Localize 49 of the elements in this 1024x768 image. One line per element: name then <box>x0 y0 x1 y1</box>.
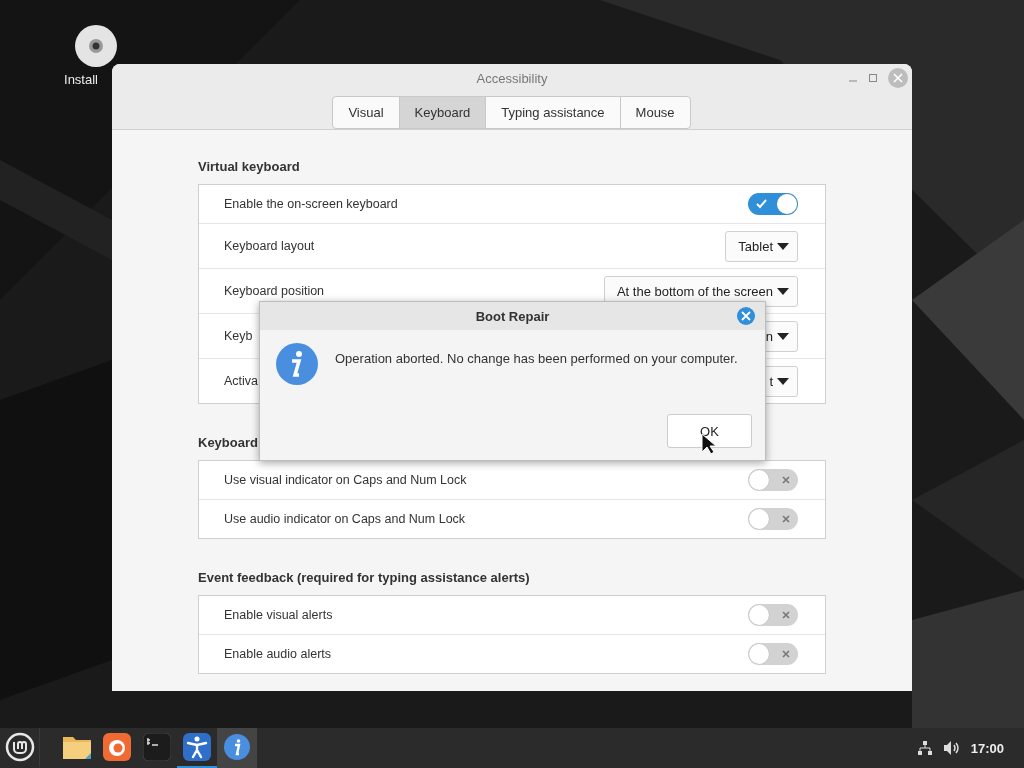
clock[interactable]: 17:00 <box>970 740 1004 756</box>
setting-label: Keyb <box>224 329 253 343</box>
volume-icon[interactable] <box>942 740 961 756</box>
tab[interactable]: Typing assistance <box>485 96 621 129</box>
dialog-message: Operation aborted. No change has been performed on your computer. <box>335 351 738 368</box>
setting-label: Activa <box>224 374 259 388</box>
toggle-switch[interactable] <box>748 508 798 530</box>
terminal-icon[interactable] <box>143 733 171 761</box>
setting-label: Use audio indicator on Caps and Num Lock <box>224 512 466 526</box>
tab[interactable]: Keyboard <box>398 96 487 129</box>
setting-label: Enable the on-screen keyboard <box>224 197 398 211</box>
toggle-switch[interactable] <box>748 604 798 626</box>
check-icon <box>756 199 767 209</box>
caret-icon <box>777 242 789 250</box>
browser-icon[interactable] <box>103 733 131 761</box>
section-title: Keyboard <box>198 435 258 450</box>
tab[interactable]: Visual <box>332 96 400 129</box>
desktop-icon-label[interactable]: Install <box>64 72 98 87</box>
dialog-title: Boot Repair <box>475 308 550 324</box>
section-title: Event feedback (required for typing assistance alerts) <box>198 570 530 585</box>
folder-icon[interactable] <box>62 734 92 760</box>
setting-label: Keyboard position <box>224 284 325 298</box>
section-title: Virtual keyboard <box>198 159 300 174</box>
setting-label: Use visual indicator on Caps and Num Lock <box>224 473 467 487</box>
disc-icon[interactable] <box>74 24 118 68</box>
caret-icon <box>777 377 789 385</box>
close-icon[interactable] <box>737 307 755 325</box>
x-icon <box>782 611 790 619</box>
toggle-switch[interactable] <box>748 643 798 665</box>
network-icon[interactable] <box>916 740 933 756</box>
setting-label: Keyboard layout <box>224 239 315 253</box>
x-icon <box>782 515 790 523</box>
toggle-switch[interactable] <box>748 193 798 215</box>
menu-icon[interactable] <box>4 732 35 762</box>
toggle-switch[interactable] <box>748 469 798 491</box>
tab[interactable]: Mouse <box>619 96 691 129</box>
info-icon[interactable] <box>223 733 251 761</box>
setting-label: Enable visual alerts <box>224 608 333 622</box>
x-icon <box>782 476 790 484</box>
setting-label: Enable audio alerts <box>224 647 332 661</box>
caret-icon <box>777 287 789 295</box>
window-title: Accessibility <box>476 71 548 86</box>
maximize-icon[interactable] <box>868 73 878 83</box>
dropdown[interactable]: Tablet <box>725 230 798 262</box>
accessibility-icon[interactable] <box>183 733 211 761</box>
x-icon <box>782 650 790 658</box>
caret-icon <box>777 332 789 340</box>
info-icon <box>275 342 319 386</box>
ok-button[interactable]: OK <box>667 414 752 448</box>
